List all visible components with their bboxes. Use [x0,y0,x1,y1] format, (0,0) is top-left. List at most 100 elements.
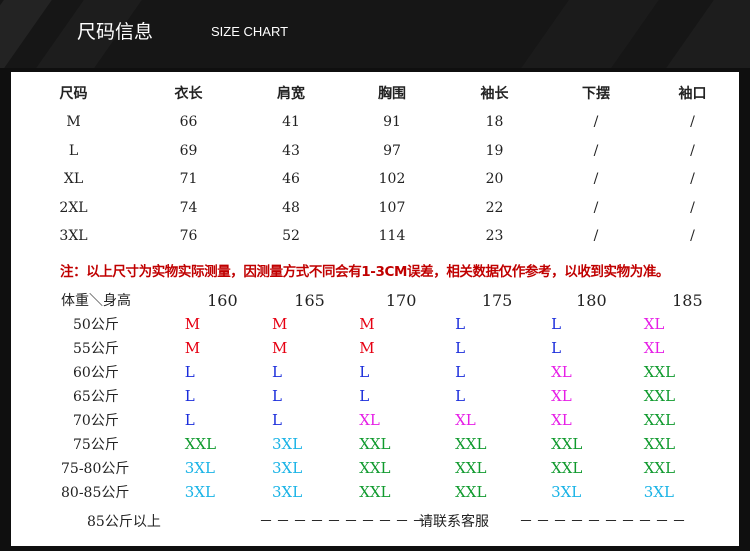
table-cell: 18 [485,114,504,131]
size-cell: M [184,315,201,333]
size-cell: L [271,387,282,405]
table-cell: 107 [378,199,406,216]
size-cell: XXL [359,435,391,453]
table-cell: / [690,199,695,216]
size-cell: L [359,363,370,381]
table-row: L 69 43 97 19 / / [11,137,739,166]
size-cell: XL [643,339,665,357]
size-cell: XXL [643,363,676,381]
table-header-row: 尺码 衣长 肩宽 胸围 袖长 下摆 袖口 [11,78,739,108]
size-cell: M [359,315,375,333]
size-cell: 3XL [271,435,303,453]
height-header: 175 [481,290,513,310]
table-header-row: 体重＼身高 160 165 170 175 180 185 [61,288,737,312]
table-cell: 20 [485,171,504,188]
size-cell: L [271,363,282,381]
table-cell: XL [63,171,84,188]
section-subtitle: SIZE CHART [211,24,289,39]
size-cell: XXL [643,411,676,429]
column-header: 衣长 [174,86,203,102]
weight-label: 70公斤 [73,413,119,429]
table-row: M 66 41 91 18 / / [11,108,739,137]
table-row: 55公斤 M M M L L XL [61,336,737,360]
table-cell: L [68,142,79,159]
table-cell: M [66,114,81,131]
table-row: 3XL 76 52 114 23 / / [11,222,739,251]
weight-label: 50公斤 [73,317,119,333]
size-cell: 3XL [184,483,215,501]
table-cell: 71 [179,171,198,188]
size-cell: XXL [359,483,391,501]
weight-label: 60公斤 [73,365,119,381]
size-cell: 3XL [271,483,303,501]
table-cell: 3XL [59,228,88,245]
table-cell: 43 [282,142,300,159]
weight-label: 65公斤 [73,389,119,405]
header-bar: 尺码信息 SIZE CHART [0,0,750,68]
size-cell: M [359,339,375,357]
column-header: 肩宽 [277,86,305,102]
height-header: 165 [294,290,325,310]
table-cell: / [690,142,695,159]
table-row: 50公斤 M M M L L XL [61,312,737,336]
size-cell: 3XL [184,459,215,477]
height-header: 160 [207,290,238,310]
weight-label: 85公斤以上 [87,514,161,530]
size-cell: L [551,315,562,333]
size-cell: XXL [359,459,391,477]
column-header: 尺码 [59,86,88,102]
table-cell: 66 [179,114,198,131]
table-cell: 74 [179,199,198,216]
table-cell: / [593,171,599,188]
weight-label: 80-85公斤 [61,485,130,501]
table-cell: 41 [282,114,300,131]
table-cell: 23 [485,228,504,245]
size-recommendation-table: 体重＼身高 160 165 170 175 180 185 50公斤 M M M L L XL 55公斤 M M… [61,288,737,504]
weight-label: 55公斤 [73,341,119,357]
table-cell: 2XL [59,199,88,216]
table-cell: / [690,114,695,131]
header-decoration [666,0,750,68]
size-cell: 3XL [643,483,674,501]
table-cell: 52 [282,228,300,245]
size-cell: XXL [643,459,676,477]
height-header: 185 [672,290,703,310]
table-row: 60公斤 L L L L XL XXL [61,360,737,384]
size-cell: XXL [455,435,487,453]
table-row: 80-85公斤 3XL 3XL XXL XXL 3XL 3XL [61,480,737,504]
table-cell: 22 [485,199,504,216]
header-decoration [521,0,659,68]
corner-label: 体重＼身高 [61,293,131,309]
table-cell: 114 [378,228,406,245]
column-header: 袖长 [480,86,509,102]
table-cell: / [593,142,599,159]
table-cell: 97 [383,142,401,159]
size-cell: M [271,339,288,357]
size-cell: XL [455,411,476,429]
table-cell: 69 [179,142,198,159]
size-cell: L [271,411,282,429]
size-cell: L [184,363,195,381]
size-cell: L [551,339,562,357]
size-cell: L [455,363,466,381]
size-cell: XL [551,411,572,429]
column-header: 下摆 [582,86,610,102]
weight-label: 75公斤 [73,437,119,453]
size-cell: L [455,315,466,333]
table-cell: 76 [179,228,198,245]
size-cell: XXL [455,459,487,477]
column-header: 袖口 [678,86,707,102]
size-cell: XXL [455,483,487,501]
table-cell: 48 [282,199,300,216]
table-row: XL 71 46 102 20 / / [11,165,739,194]
dash-separator: －－－－－－－－－－ [519,514,689,530]
measurement-table: 尺码 衣长 肩宽 胸围 袖长 下摆 袖口 M 66 41 91 18 / / L 69 43 97 19 / / XL 71… [11,78,739,251]
table-cell: / [690,171,695,188]
weight-label: 75-80公斤 [61,461,130,477]
size-cell: XXL [551,435,583,453]
table-cell: / [593,114,599,131]
table-row: 70公斤 L L XL XL XL XXL [61,408,737,432]
size-cell: L [184,411,195,429]
table-cell: 46 [282,171,300,188]
table-cell: / [593,199,599,216]
